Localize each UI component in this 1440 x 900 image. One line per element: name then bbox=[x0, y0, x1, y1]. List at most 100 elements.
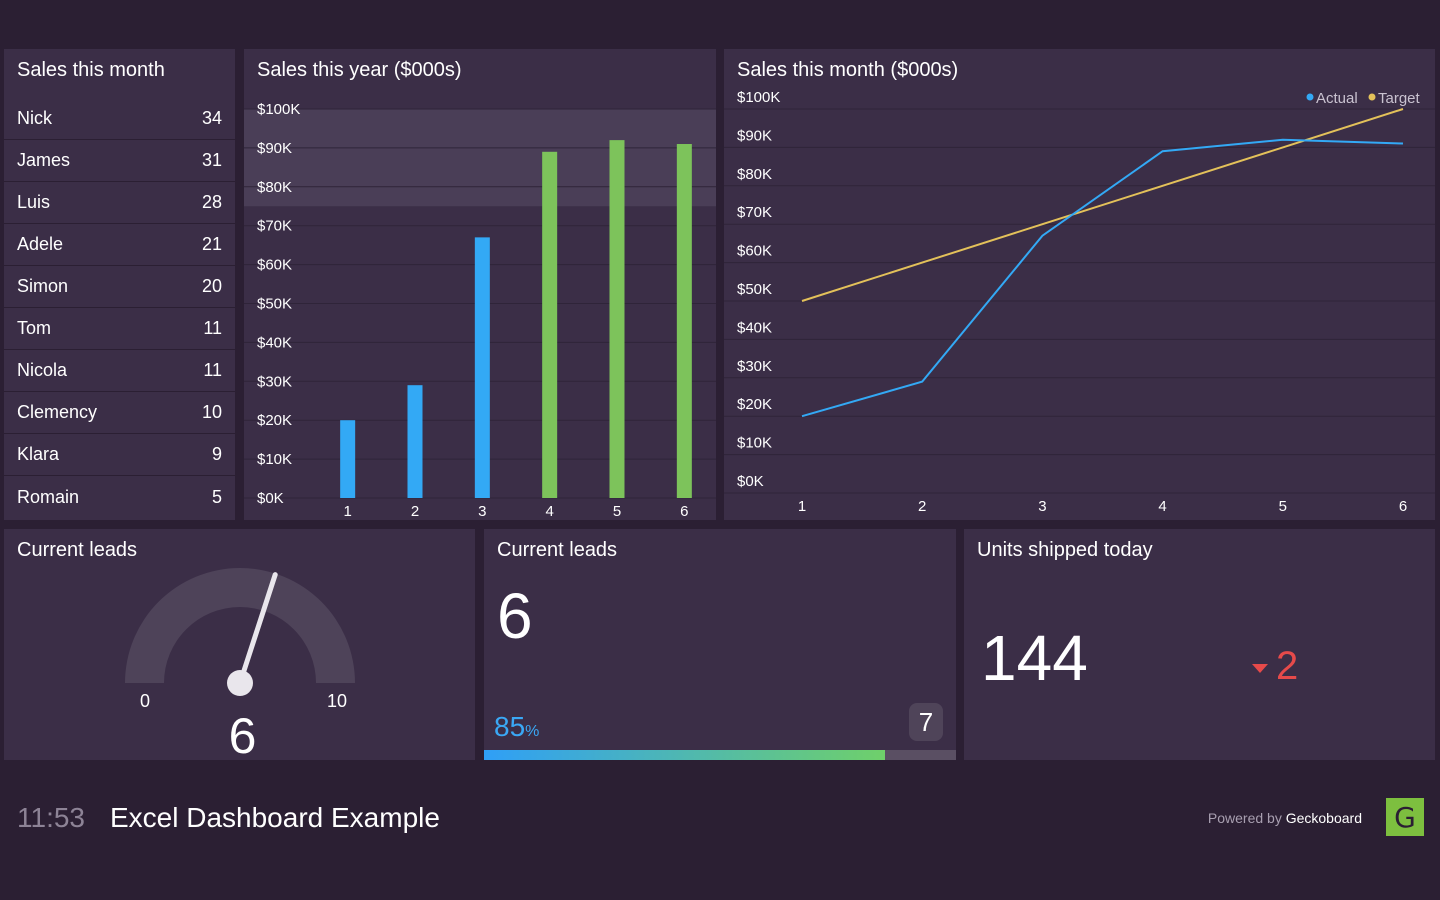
legend-dot bbox=[1306, 93, 1314, 101]
leaderboard-value: 9 bbox=[211, 444, 222, 464]
dashboard-title: Excel Dashboard Example bbox=[110, 802, 440, 833]
geckoboard-logo-icon: G bbox=[1386, 798, 1424, 836]
bar bbox=[474, 237, 490, 498]
leaderboard-name: James bbox=[17, 150, 71, 170]
line-chart-widget: Sales this month ($000s) $0K $10K $20K $30K… bbox=[724, 49, 1435, 520]
progress-track bbox=[484, 750, 956, 760]
leads-percent: 85% bbox=[494, 711, 539, 743]
line-chart: $0K $10K $20K $30K $40K $50K $60K $70K $80K $90K $… bbox=[724, 89, 1435, 515]
leaderboard-name: Nick bbox=[17, 108, 52, 128]
leaderboard-value: 31 bbox=[201, 150, 222, 170]
leaderboard-row: Adele 21 bbox=[4, 224, 235, 266]
x-tick-label: 5 bbox=[613, 503, 621, 520]
leaderboard-name: Simon bbox=[17, 276, 69, 296]
leaderboard-name: Romain bbox=[17, 486, 80, 507]
x-tick-label: 1 bbox=[798, 498, 806, 515]
y-tick-label: $40K bbox=[257, 334, 292, 351]
leaderboard-name: Nicola bbox=[17, 360, 68, 380]
y-tick-label: $80K bbox=[737, 166, 772, 183]
x-tick-label: 3 bbox=[478, 503, 486, 520]
bar bbox=[609, 140, 625, 498]
leaderboard-value: 34 bbox=[201, 108, 222, 128]
series-line bbox=[801, 138, 1404, 418]
x-tick-label: 3 bbox=[1038, 498, 1046, 515]
leaderboard-value: 11 bbox=[203, 318, 222, 338]
units-title: Units shipped today bbox=[977, 539, 1153, 561]
leaderboard-row: Tom 11 bbox=[4, 308, 235, 350]
powered-prefix: Powered by bbox=[1207, 810, 1286, 826]
bar bbox=[542, 151, 558, 498]
leaderboard-value: 20 bbox=[201, 276, 222, 296]
leaderboard-row: Klara 9 bbox=[4, 434, 235, 476]
y-tick-label: $90K bbox=[257, 140, 292, 157]
units-change-value: 2 bbox=[1276, 644, 1299, 688]
leaderboard-name: Clemency bbox=[17, 402, 98, 422]
bar bbox=[340, 420, 356, 498]
y-tick-label: $10K bbox=[737, 435, 772, 452]
leaderboard-row: Clemency 10 bbox=[4, 392, 235, 434]
y-tick-label: $70K bbox=[257, 218, 292, 235]
y-tick-label: $70K bbox=[737, 204, 772, 221]
bar-chart: $0K $10K $20K $30K $40K $50K $60K $70K $80K $90K $… bbox=[244, 101, 716, 520]
leaderboard-title: Sales this month bbox=[17, 59, 165, 81]
leaderboard-name: Tom bbox=[17, 318, 52, 338]
gauge-widget: Current leads 0 10 6 bbox=[4, 529, 475, 764]
gauge-value: 6 bbox=[228, 708, 257, 764]
units-number: 144 bbox=[981, 622, 1088, 694]
leaderboard-widget: Sales this month Nick 34 James 31 Luis 28 A… bbox=[4, 49, 235, 520]
bar bbox=[407, 385, 423, 498]
x-tick-label: 2 bbox=[411, 503, 419, 520]
footer-clock: 11:53 bbox=[17, 802, 85, 833]
x-tick-label: 1 bbox=[343, 503, 351, 520]
legend-dot bbox=[1368, 93, 1376, 101]
y-tick-label: $20K bbox=[257, 412, 292, 429]
bar bbox=[676, 144, 692, 498]
series-line bbox=[801, 108, 1404, 302]
gauge-hub bbox=[227, 670, 253, 696]
leaderboard-row: James 31 bbox=[4, 140, 235, 182]
leaderboard-value: 5 bbox=[211, 486, 222, 507]
leaderboard-row: Nicola 11 bbox=[4, 350, 235, 392]
y-tick-label: $80K bbox=[257, 179, 292, 196]
y-tick-label: $0K bbox=[737, 473, 764, 490]
leaderboard-value: 28 bbox=[201, 192, 222, 212]
leads-percent-unit: % bbox=[525, 723, 540, 740]
y-tick-label: $40K bbox=[737, 319, 772, 336]
x-tick-label: 6 bbox=[1399, 498, 1407, 515]
leaderboard-list: Nick 34 James 31 Luis 28 Adele 21 Simon 20 To… bbox=[4, 98, 235, 518]
down-arrow-icon bbox=[1252, 664, 1268, 673]
y-tick-label: $50K bbox=[257, 296, 292, 313]
leaderboard-row: Simon 20 bbox=[4, 266, 235, 308]
y-tick-label: $0K bbox=[257, 490, 284, 507]
progress-fill bbox=[484, 750, 886, 760]
powered-brand: Geckoboard bbox=[1285, 810, 1362, 826]
leads-percent-value: 85 bbox=[494, 711, 526, 742]
y-tick-label: $60K bbox=[257, 257, 292, 274]
leaderboard-row: Luis 28 bbox=[4, 182, 235, 224]
x-tick-label: 5 bbox=[1279, 498, 1287, 515]
y-tick-label: $10K bbox=[257, 451, 292, 468]
leaderboard-row: Romain 5 bbox=[4, 476, 235, 518]
y-tick-label: $90K bbox=[737, 127, 772, 144]
x-tick-label: 4 bbox=[545, 503, 553, 520]
leaderboard-name: Klara bbox=[17, 444, 60, 464]
leads-number: 6 bbox=[497, 580, 533, 652]
powered-by[interactable]: Powered by Geckoboard bbox=[1208, 810, 1362, 826]
y-tick-label: $20K bbox=[737, 396, 772, 413]
leaderboard-row: Nick 34 bbox=[4, 98, 235, 140]
target-band bbox=[244, 109, 716, 207]
gauge-arc bbox=[125, 568, 355, 683]
units-change: 2 bbox=[1252, 644, 1298, 689]
leads-number-widget: Current leads 6 85% 7 bbox=[484, 529, 956, 760]
leaderboard-value: 21 bbox=[201, 234, 222, 254]
y-tick-label: $100K bbox=[257, 101, 300, 118]
x-tick-label: 2 bbox=[918, 498, 926, 515]
y-tick-label: $30K bbox=[257, 373, 292, 390]
x-tick-label: 6 bbox=[680, 503, 688, 520]
legend-label: Target bbox=[1378, 90, 1421, 107]
leaderboard-value: 11 bbox=[203, 360, 222, 380]
y-tick-label: $100K bbox=[737, 89, 780, 106]
units-widget: Units shipped today 144 2 bbox=[964, 529, 1435, 760]
y-tick-label: $30K bbox=[737, 358, 772, 375]
y-tick-label: $60K bbox=[737, 243, 772, 260]
